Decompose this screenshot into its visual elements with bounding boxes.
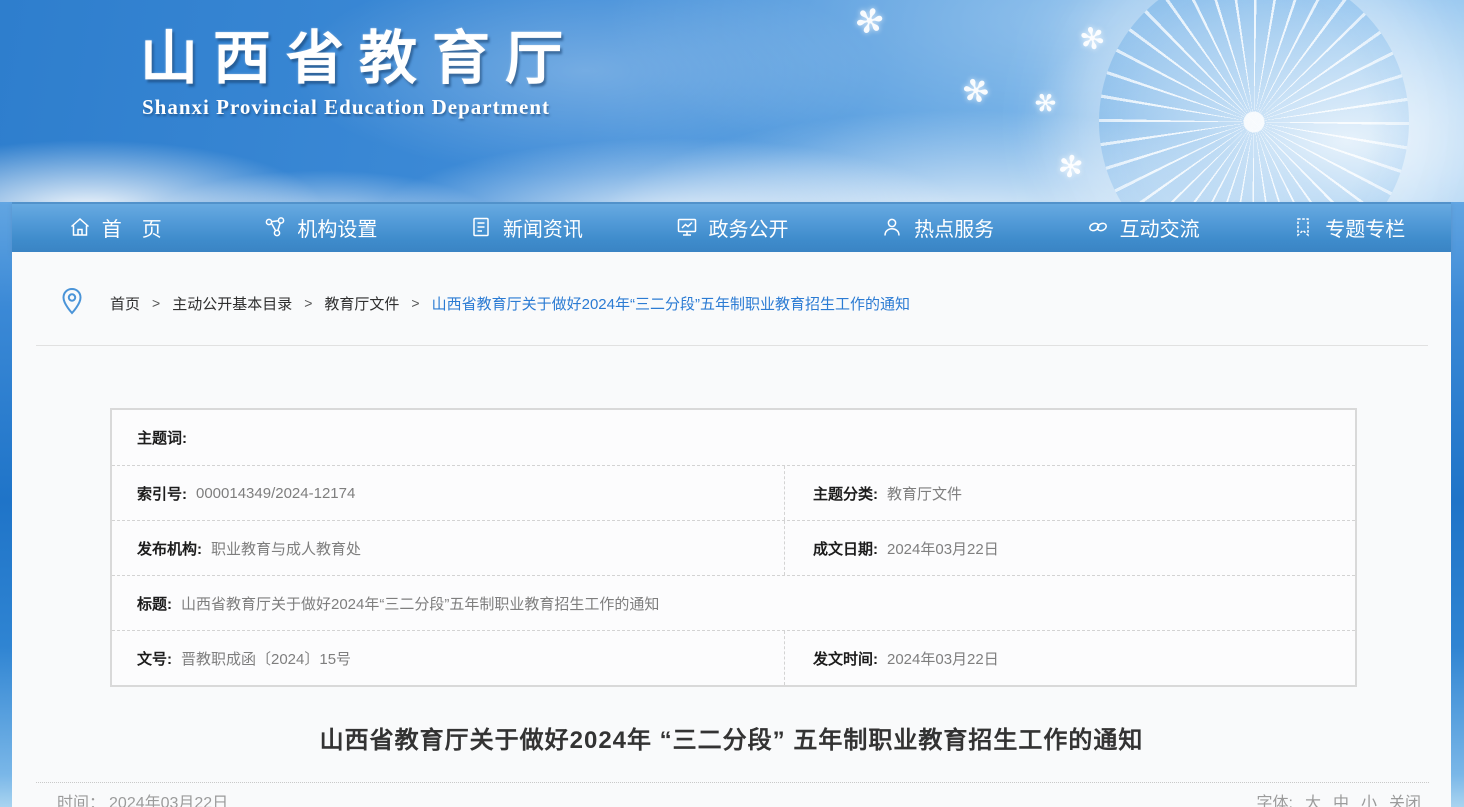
doc-meta-table: 主题词: 索引号: 000014349/2024-12174 主题分类: 教育厅… [110,408,1357,687]
topic-category-value: 教育厅文件 [887,483,962,504]
table-row: 标题: 山西省教育厅关于做好2024年“三二分段”五年制职业教育招生工作的通知 [112,575,1355,630]
site-logo[interactable]: 山西省教育厅 Shanxi Provincial Education Depar… [140,26,578,120]
nav-item-label: 互动交流 [1120,213,1200,242]
dandelion-seed-icon: ✻ [953,68,998,114]
subject-words-cell: 主题词: [112,410,1355,465]
nav-item-home[interactable]: 首 页 [12,202,218,252]
close-button[interactable]: 关闭 [1389,789,1421,807]
written-date-label: 成文日期: [813,538,878,559]
site-title: 山西省教育厅 [140,26,578,93]
doc-number-cell: 文号: 晋教职成函〔2024〕15号 [112,631,784,685]
font-size-large-button[interactable]: 大 [1305,789,1321,807]
topic-category-cell: 主题分类: 教育厅文件 [784,466,1355,520]
breadcrumb-separator: > [304,295,312,311]
breadcrumb: 首页 > 主动公开基本目录 > 教育厅文件 > 山西省教育厅关于做好2024年“… [60,285,1421,321]
gov-icon [675,215,699,239]
font-size-medium-button[interactable]: 中 [1333,789,1349,807]
breadcrumb-item-files[interactable]: 教育厅文件 [324,293,399,314]
table-row: 主题词: [112,410,1355,465]
nav-item-org[interactable]: 机构设置 [218,202,424,252]
font-size-label: 字体: [1256,789,1292,807]
table-row: 文号: 晋教职成函〔2024〕15号 发文时间: 2024年03月22日 [112,630,1355,685]
publish-time-value: 2024年03月22日 [109,789,228,807]
interact-icon [1086,215,1110,239]
main-nav: 首 页 机构设置 新闻资讯 政务公开 热点服务 [12,202,1451,252]
dandelion-image [1099,0,1409,202]
written-date-value: 2024年03月22日 [887,538,999,559]
breadcrumb-separator: > [411,295,419,311]
topic-category-label: 主题分类: [813,483,878,504]
site-subtitle: Shanxi Provincial Education Department [142,95,578,120]
subject-words-label: 主题词: [137,427,187,448]
service-icon [880,215,904,239]
dandelion-seed-icon: ✻ [850,0,889,45]
index-number-cell: 索引号: 000014349/2024-12174 [112,466,784,520]
site-banner: ✻ ✻ ✻ ✻ ✻ 山西省教育厅 Shanxi Provincial Educa… [0,0,1464,202]
doc-title-label: 标题: [137,593,172,614]
issuing-agency-cell: 发布机构: 职业教育与成人教育处 [112,521,784,575]
dandelion-seed-icon: ✻ [1056,148,1086,186]
breadcrumb-separator: > [152,295,160,311]
index-number-value: 000014349/2024-12174 [196,485,355,502]
nav-item-gov[interactable]: 政务公开 [629,202,835,252]
issuing-agency-value: 职业教育与成人教育处 [211,538,361,559]
index-number-label: 索引号: [137,483,187,504]
location-pin-icon [60,287,84,319]
nav-item-label: 机构设置 [297,213,377,242]
nav-item-news[interactable]: 新闻资讯 [423,202,629,252]
article-meta-bar: 时间： 2024年03月22日 字体: 大 中 小 关闭 [36,782,1429,807]
nav-item-label: 政务公开 [709,213,789,242]
org-icon [263,215,287,239]
nav-item-label: 专题专栏 [1325,213,1405,242]
issue-date-value: 2024年03月22日 [887,648,999,669]
home-icon [68,215,92,239]
nav-item-label: 热点服务 [914,213,994,242]
breadcrumb-item-home[interactable]: 首页 [110,293,140,314]
publish-time: 时间： 2024年03月22日 [57,789,228,807]
dandelion-seed-icon: ✻ [1029,85,1063,123]
issuing-agency-label: 发布机构: [137,538,202,559]
font-tools: 字体: 大 中 小 关闭 [1256,789,1421,807]
issue-date-label: 发文时间: [813,648,878,669]
publish-time-label: 时间： [57,789,105,807]
page-title: 山西省教育厅关于做好2024年 “三二分段” 五年制职业教育招生工作的通知 [12,720,1451,755]
doc-number-value: 晋教职成函〔2024〕15号 [181,648,351,669]
nav-item-interact[interactable]: 互动交流 [1040,202,1246,252]
breadcrumb-item-directory[interactable]: 主动公开基本目录 [172,293,292,314]
doc-number-label: 文号: [137,648,172,669]
nav-item-label: 新闻资讯 [503,213,583,242]
divider-line [36,345,1428,346]
column-icon [1291,215,1315,239]
dandelion-seed-icon: ✻ [1077,20,1109,59]
content-area: 首页 > 主动公开基本目录 > 教育厅文件 > 山西省教育厅关于做好2024年“… [12,252,1451,807]
nav-item-column[interactable]: 专题专栏 [1245,202,1451,252]
written-date-cell: 成文日期: 2024年03月22日 [784,521,1355,575]
news-icon [469,215,493,239]
page: ✻ ✻ ✻ ✻ ✻ 山西省教育厅 Shanxi Provincial Educa… [0,0,1464,807]
issue-date-cell: 发文时间: 2024年03月22日 [784,631,1355,685]
doc-title-value: 山西省教育厅关于做好2024年“三二分段”五年制职业教育招生工作的通知 [181,593,659,614]
table-row: 发布机构: 职业教育与成人教育处 成文日期: 2024年03月22日 [112,520,1355,575]
breadcrumb-current-page[interactable]: 山西省教育厅关于做好2024年“三二分段”五年制职业教育招生工作的通知 [432,293,910,314]
doc-title-cell: 标题: 山西省教育厅关于做好2024年“三二分段”五年制职业教育招生工作的通知 [112,576,1355,630]
nav-item-service[interactable]: 热点服务 [834,202,1040,252]
table-row: 索引号: 000014349/2024-12174 主题分类: 教育厅文件 [112,465,1355,520]
nav-item-label: 首 页 [102,213,162,242]
font-size-small-button[interactable]: 小 [1361,789,1377,807]
